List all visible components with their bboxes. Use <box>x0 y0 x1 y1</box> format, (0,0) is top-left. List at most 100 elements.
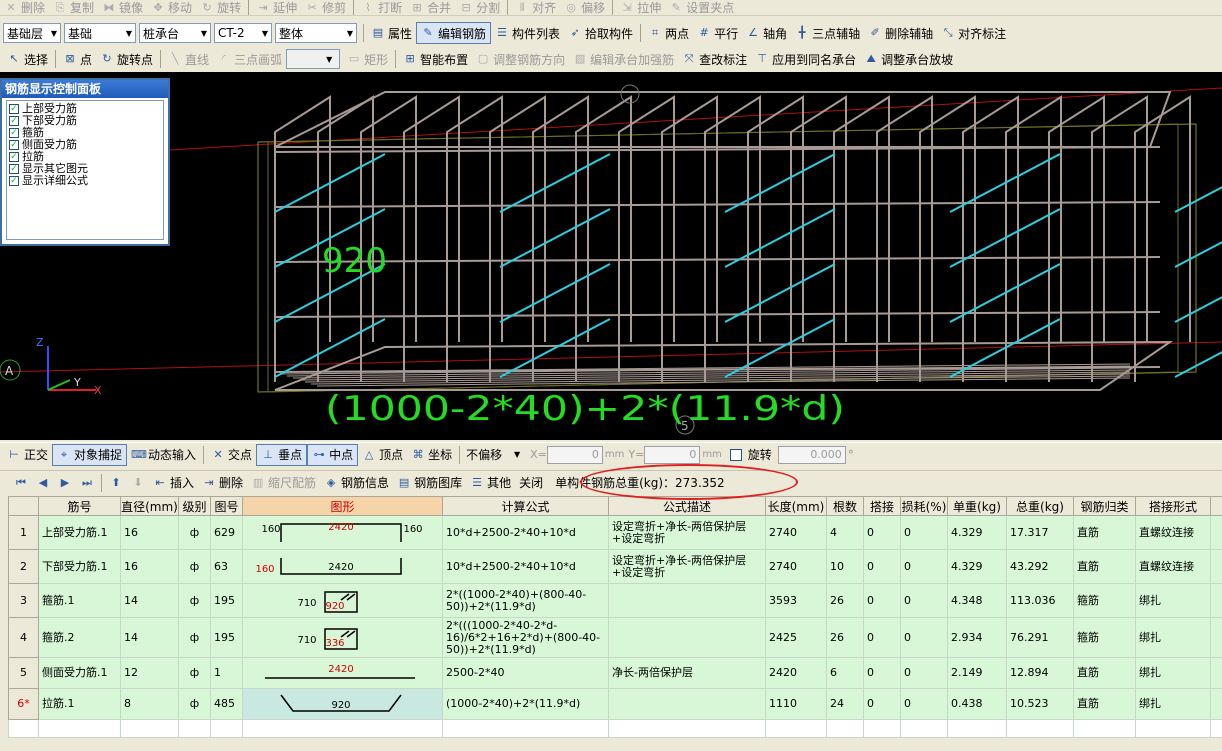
empty-cell[interactable] <box>442 719 609 738</box>
pick-component-button[interactable]: ➶ 拾取构件 <box>564 22 637 44</box>
empty-cell[interactable] <box>1210 719 1222 738</box>
cell-grade[interactable]: ф <box>178 617 211 658</box>
cell-loss[interactable]: 0 <box>900 688 948 720</box>
cell-desc[interactable]: 设定弯折+净长-两倍保护层+设定弯折 <box>608 515 766 550</box>
checkbox-checked-icon[interactable]: ✓ <box>9 128 19 138</box>
row-number[interactable]: 3 <box>8 583 39 618</box>
cell-name[interactable]: 箍筋.1 <box>38 583 121 618</box>
shape-cell[interactable]: 160 2420 <box>242 549 443 584</box>
row-number[interactable]: 2 <box>8 549 39 584</box>
first-record-button[interactable]: ⏮ <box>10 472 32 494</box>
cell-len[interactable]: 2420 <box>765 657 827 689</box>
column-header[interactable]: 直径(mm) <box>120 496 179 516</box>
cell-total[interactable]: 113.036 <box>1006 583 1074 618</box>
rectangle-button[interactable]: ▭ 矩形 <box>343 48 392 70</box>
cell-loss[interactable]: 0 <box>900 583 948 618</box>
cell-formula[interactable]: 10*d+2500-2*40+10*d <box>442 515 609 550</box>
column-header[interactable]: 筋号 <box>38 496 121 516</box>
column-header[interactable]: 长度(mm) <box>765 496 827 516</box>
cell-lap[interactable]: 0 <box>863 688 901 720</box>
break-button[interactable]: ⌇ 打断 <box>357 0 406 16</box>
cell-count[interactable]: 24 <box>826 688 864 720</box>
shape-cell[interactable]: 160 2420 160 <box>242 515 443 550</box>
column-header[interactable]: 图号 <box>210 496 243 516</box>
empty-cell[interactable] <box>1006 719 1074 738</box>
cell-loss[interactable]: 0 <box>900 617 948 658</box>
properties-button[interactable]: ▤ 属性 <box>367 22 416 44</box>
cell-len[interactable]: 2740 <box>765 515 827 550</box>
align-button[interactable]: ⫴ 对齐 <box>511 0 560 16</box>
cell-cls[interactable]: 直筋 <box>1073 688 1136 720</box>
cell-fig[interactable]: 195 <box>210 583 243 618</box>
rotate-checkbox[interactable] <box>729 448 742 461</box>
column-header[interactable]: 搭接形式 <box>1135 496 1211 516</box>
y-coord-input[interactable]: 0 <box>644 445 701 464</box>
cell-total[interactable]: 76.291 <box>1006 617 1074 658</box>
cell-count[interactable]: 6 <box>826 657 864 689</box>
cell-grade[interactable]: ф <box>178 549 211 584</box>
cell-name[interactable]: 侧面受力筋.1 <box>38 657 121 689</box>
cell-name[interactable]: 下部受力筋.1 <box>38 549 121 584</box>
vertex-button[interactable]: △ 顶点 <box>358 444 407 466</box>
prev-record-button[interactable]: ◀ <box>32 472 54 494</box>
table-row[interactable]: 5 侧面受力筋.1 12 ф 1 2420 2500-2*40 净长-两倍保护层 2420 6 0 0… <box>8 657 1222 689</box>
cell-count[interactable]: 26 <box>826 583 864 618</box>
column-header[interactable]: 损耗(%) <box>900 496 948 516</box>
formula-label[interactable]: (1000-2*40)+2*(11.9*d) <box>325 389 845 429</box>
coordinate-button[interactable]: ⌘ 坐标 <box>407 444 456 466</box>
cell-cls[interactable]: 直筋 <box>1073 549 1136 584</box>
cell-loss[interactable]: 0 <box>900 549 948 584</box>
align-dimension-button[interactable]: ⤡ 对齐标注 <box>937 22 1010 44</box>
cell-total[interactable]: 12.894 <box>1006 657 1074 689</box>
delete-row-button[interactable]: ⇥ 删除 <box>198 472 247 494</box>
insert-button[interactable]: ⇤ 插入 <box>149 472 198 494</box>
text-button[interactable]: 关闭 <box>515 472 547 494</box>
apply-same-button[interactable]: ⊤ 应用到同名承台 <box>751 48 860 70</box>
checkbox-checked-icon[interactable]: ✓ <box>9 152 19 162</box>
column-header[interactable]: 图形 <box>242 496 443 516</box>
cell-lap[interactable]: 0 <box>863 617 901 658</box>
cell-unit[interactable]: 2.934 <box>947 617 1007 658</box>
checkbox-checked-icon[interactable]: ✓ <box>9 140 19 150</box>
cell-formula[interactable]: 2*(((1000-2*40-2*d-16)/6*2+16+2*d)+(800-… <box>442 617 609 658</box>
component-combo-4[interactable]: 整体 ▼ <box>275 23 357 43</box>
delete-axis-button[interactable]: ✐ 删除辅轴 <box>864 22 937 44</box>
empty-cell[interactable] <box>210 719 243 738</box>
cell-total[interactable]: 43.292 <box>1006 549 1074 584</box>
column-header[interactable]: 总重(kg) <box>1006 496 1074 516</box>
row-number[interactable]: 4 <box>8 617 39 658</box>
cell-lap[interactable]: 0 <box>863 515 901 550</box>
rotate-point-button[interactable]: ↻ 旋转点 <box>96 48 157 70</box>
cell-lapform[interactable]: 直螺纹连接 <box>1135 549 1211 584</box>
cell-lap[interactable]: 0 <box>863 549 901 584</box>
table-row-empty[interactable] <box>8 719 1222 738</box>
intersection-button[interactable]: ✕ 交点 <box>207 444 256 466</box>
table-row[interactable]: 6* 拉筋.1 8 ф 485 920 (1000-2*40)+2*(11.9*d) 1110… <box>8 688 1222 720</box>
cell-cls[interactable]: 箍筋 <box>1073 617 1136 658</box>
cell-cls[interactable]: 箍筋 <box>1073 583 1136 618</box>
cell-desc[interactable]: 设定弯折+净长-两倍保护层+设定弯折 <box>608 549 766 584</box>
two-point-button[interactable]: ⌗ 两点 <box>644 22 693 44</box>
cell-total[interactable]: 10.523 <box>1006 688 1074 720</box>
panel-item[interactable]: ✓ 显示详细公式 <box>9 175 161 187</box>
point-button[interactable]: ⊠ 点 <box>59 48 96 70</box>
check-dimension-button[interactable]: ⤧ 查改标注 <box>678 48 751 70</box>
rebar-library-button[interactable]: ▤ 钢筋图库 <box>393 472 466 494</box>
line-button[interactable]: ╲ 直线 <box>164 48 213 70</box>
cell-dia[interactable]: 16 <box>120 515 179 550</box>
cell-count[interactable]: 26 <box>826 617 864 658</box>
ortho-button[interactable]: ⊢ 正交 <box>3 444 52 466</box>
cell-fig[interactable]: 629 <box>210 515 243 550</box>
cell-total[interactable]: 17.317 <box>1006 515 1074 550</box>
cell-loss[interactable]: 0 <box>900 657 948 689</box>
column-header[interactable]: 单重(kg) <box>947 496 1007 516</box>
smart-layout-button[interactable]: ⊞ 智能布置 <box>399 48 472 70</box>
table-row[interactable]: 2 下部受力筋.1 16 ф 63 160 2420 10*d+2500-2*40+10*d 设… <box>8 549 1222 584</box>
snap-button[interactable]: ⌖ 对象捕捉 <box>52 443 128 466</box>
table-row[interactable]: 3 箍筋.1 14 ф 195 710 920 2*((1000-2*40)+(800-40-… <box>8 583 1222 618</box>
column-header[interactable]: 计算公式 <box>442 496 609 516</box>
extend-button[interactable]: ⇥ 延伸 <box>252 0 301 16</box>
split-button[interactable]: ⊟ 分割 <box>455 0 504 16</box>
cell-fig[interactable]: 63 <box>210 549 243 584</box>
cell-cls[interactable]: 直筋 <box>1073 657 1136 689</box>
